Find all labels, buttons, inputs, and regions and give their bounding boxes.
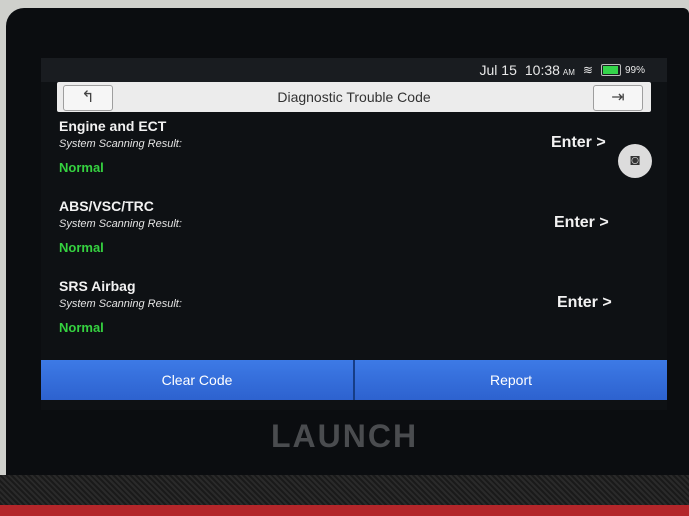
system-status: Normal <box>59 320 104 335</box>
system-result-label: System Scanning Result: <box>59 298 182 310</box>
back-button[interactable]: ↰ <box>63 85 113 111</box>
system-row-engine: Engine and ECT System Scanning Result: N… <box>41 112 667 192</box>
system-status: Normal <box>59 160 104 175</box>
status-ampm: AM <box>562 67 575 77</box>
enter-button-srs[interactable]: Enter > <box>557 294 612 312</box>
system-name: SRS Airbag <box>59 278 136 294</box>
screen: Jul 15 10:38 AM ≋ 99% Diagnostic Trouble… <box>41 58 667 410</box>
exit-button[interactable]: ⇥ <box>593 85 643 111</box>
battery-level: 99% <box>624 64 645 76</box>
page-title: Diagnostic Trouble Code <box>277 89 431 105</box>
brand-logo: LAUNCH <box>270 418 419 454</box>
system-result-label: System Scanning Result: <box>59 138 182 150</box>
clear-code-button[interactable]: Clear Code <box>41 360 353 400</box>
system-row-srs: SRS Airbag System Scanning Result: Norma… <box>41 272 667 352</box>
enter-button-abs[interactable]: Enter > <box>554 214 609 232</box>
status-right: Jul 15 10:38 AM ≋ 99% <box>480 62 645 78</box>
exit-icon: ⇥ <box>611 89 625 106</box>
title-bar: Diagnostic Trouble Code ↰ ⇥ <box>57 82 651 112</box>
camera-button[interactable]: ◙ <box>618 144 652 178</box>
system-name: ABS/VSC/TRC <box>59 198 154 214</box>
camera-icon: ◙ <box>630 152 640 169</box>
system-name: Engine and ECT <box>59 118 167 134</box>
status-time: 10:38 <box>524 62 560 78</box>
device-red-trim <box>0 505 689 516</box>
battery-icon <box>600 64 621 76</box>
system-result-label: System Scanning Result: <box>59 218 182 230</box>
system-status: Normal <box>59 240 104 255</box>
status-bar: Jul 15 10:38 AM ≋ 99% <box>41 58 667 82</box>
system-row-abs: ABS/VSC/TRC System Scanning Result: Norm… <box>41 192 667 272</box>
bottom-action-bar: Clear Code Report <box>41 360 667 400</box>
wifi-icon: ≋ <box>582 63 593 77</box>
enter-button-engine[interactable]: Enter > <box>551 134 606 152</box>
report-button[interactable]: Report <box>353 360 667 400</box>
status-date: Jul 15 <box>479 62 517 78</box>
back-icon: ↰ <box>81 89 95 106</box>
